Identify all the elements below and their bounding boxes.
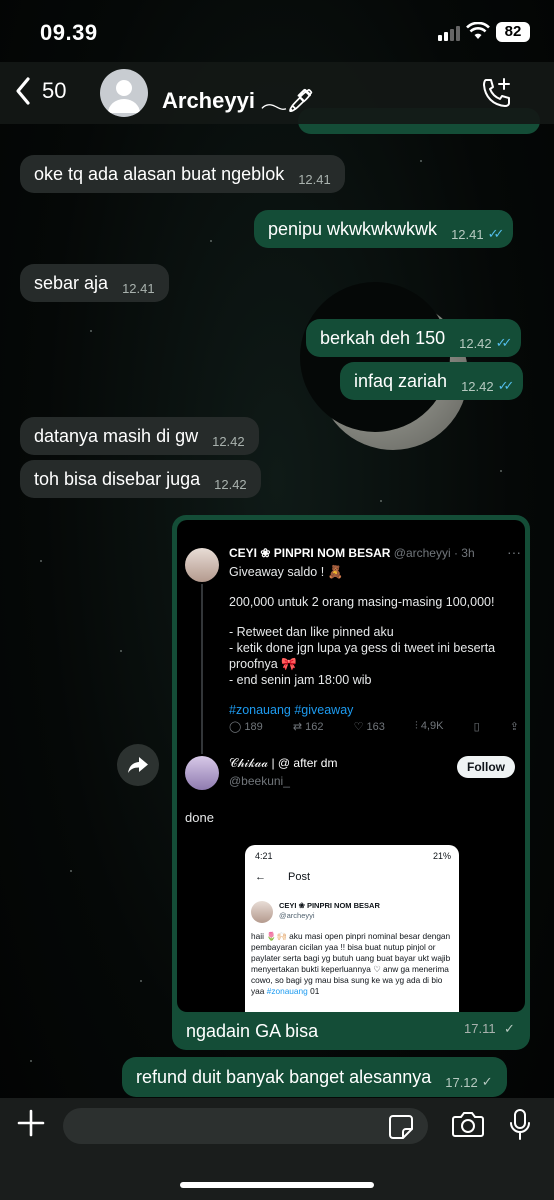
message-outgoing[interactable]: infaq zariah 12.42 ✓✓ [340, 362, 524, 400]
message-time: 12.42 [212, 433, 245, 449]
phone-page-title: Post [288, 871, 311, 883]
like-count: ♡ 163 [353, 721, 385, 733]
tweet-author: CEYI ❀ PINPRI NOM BESAR @archeyyi · 3h [229, 546, 475, 560]
reply-author-handle: @beekuni_ [229, 774, 290, 788]
image-message[interactable]: CEYI ❀ PINPRI NOM BESAR @archeyyi · 3h ·… [172, 515, 530, 1050]
add-call-icon[interactable] [480, 76, 514, 110]
phone-post-avatar [251, 901, 273, 923]
tweet-actions: ◯ 189 ⇄ 162 ♡ 163 ⫶ 4,9K ▯ ⇪ [229, 720, 519, 733]
message-incoming[interactable]: oke tq ada alasan buat ngeblok 12.41 [20, 155, 345, 193]
battery-indicator: 82 [496, 22, 530, 42]
phone-post-handle: @archeyyi [279, 911, 315, 920]
camera-icon[interactable] [452, 1110, 484, 1138]
tweet-screenshot[interactable]: CEYI ❀ PINPRI NOM BESAR @archeyyi · 3h ·… [177, 520, 525, 1012]
retweet-count: ⇄ 162 [292, 721, 324, 733]
reply-count: ◯ 189 [229, 721, 263, 733]
message-incoming[interactable]: toh bisa disebar juga 12.42 [20, 460, 261, 498]
heart-icon: ♡ [353, 721, 364, 733]
chevron-left-icon [16, 77, 30, 105]
status-time: 09.39 [40, 20, 98, 45]
message-text: infaq zariah [354, 370, 448, 391]
message-time: 12.41 [298, 171, 331, 187]
message-time: 12.41 [122, 280, 155, 296]
tweet-author-name: CEYI ❀ PINPRI NOM BESAR [229, 546, 391, 560]
chat-header: 50 Archeyyi 𓂃🖊 [0, 62, 554, 124]
reply-author-avatar [185, 756, 219, 790]
back-arrow-icon: ← [255, 871, 266, 883]
message-text: sebar aja [34, 272, 109, 293]
tweet-line: - ketik done jgn lupa ya gess di tweet i… [229, 641, 496, 671]
more-icon: ··· [507, 544, 521, 560]
read-receipt-icon: ✓✓ [487, 226, 505, 241]
bookmark-icon: ▯ [473, 721, 480, 733]
phone-post-tag: #zonauang [266, 986, 308, 996]
forward-arrow-icon [128, 757, 148, 773]
message-text: datanya masih di gw [34, 425, 199, 446]
unread-count: 50 [42, 78, 67, 103]
tweet-author-avatar [185, 548, 219, 582]
sent-receipt-icon: ✓ [481, 1074, 493, 1089]
share-icon: ⇪ [509, 721, 519, 733]
message-text: toh bisa disebar juga [34, 468, 201, 489]
embedded-phone-screenshot: 4:21 21% ← Post CEYI ❀ PINPRI NOM BESAR … [245, 845, 459, 1012]
message-time: 12.41 [451, 226, 484, 242]
microphone-icon[interactable] [508, 1108, 532, 1142]
tweet-line: - Retweet dan like pinned aku [229, 625, 394, 639]
sticker-icon[interactable] [388, 1114, 414, 1140]
read-receipt-icon: ✓✓ [497, 378, 515, 393]
message-text: berkah deh 150 [320, 327, 446, 348]
view-count: ⫶ 4,9K [415, 720, 444, 732]
phone-post-text: haii 🌷🙌🏻 aku masi open pinpri nominal be… [251, 931, 451, 996]
contact-avatar[interactable] [100, 69, 148, 117]
back-button[interactable]: 50 [14, 76, 66, 106]
message-outgoing[interactable]: berkah deh 150 12.42 ✓✓ [306, 319, 522, 357]
phone-post-author: CEYI ❀ PINPRI NOM BESAR [279, 901, 380, 910]
message-time: 12.42 [459, 335, 492, 351]
message-outgoing[interactable]: refund duit banyak banget alesannya 17.1… [122, 1057, 507, 1097]
phone-time: 4:21 [255, 851, 273, 861]
reply-text: done [185, 810, 214, 825]
retweet-icon: ⇄ [292, 721, 303, 733]
home-indicator [180, 1182, 374, 1188]
contact-name[interactable]: Archeyyi 𓂃🖊 [162, 80, 315, 116]
tweet-hashtags: #zonauang #giveaway [229, 703, 354, 717]
reply-icon: ◯ [229, 721, 242, 733]
message-text: oke tq ada alasan buat ngeblok [34, 163, 285, 184]
message-time: 12.42 [461, 378, 494, 394]
message-text: refund duit banyak banget alesannya [136, 1066, 432, 1087]
message-text: penipu wkwkwkwkwk [268, 218, 438, 239]
forward-button[interactable] [117, 744, 159, 786]
tweet-line: Giveaway saldo ! 🧸 [229, 565, 344, 579]
follow-button: Follow [457, 756, 515, 778]
tweet-author-handle: @archeyyi · 3h [393, 546, 475, 560]
image-caption: ngadain GA bisa [186, 1021, 319, 1041]
phone-battery: 21% [432, 851, 451, 861]
message-input[interactable] [63, 1108, 428, 1144]
sent-receipt-icon: ✓ [504, 1021, 515, 1036]
message-incoming[interactable]: sebar aja 12.41 [20, 264, 169, 302]
wifi-icon [466, 22, 490, 39]
plus-icon[interactable] [16, 1108, 46, 1138]
status-bar: 09.39 82 [0, 0, 554, 62]
chart-icon: ⫶ [415, 720, 418, 732]
message-time: 17.12 [445, 1074, 478, 1090]
tweet-line: 200,000 untuk 2 orang masing-masing 100,… [229, 595, 495, 609]
reply-author-name: 𝒞𝒽𝒾𝓀𝒶𝒶 | @ after dm [229, 756, 338, 770]
read-receipt-icon: ✓✓ [495, 335, 513, 350]
tweet-line: - end senin jam 18:00 wib [229, 673, 372, 687]
signal-icon [438, 26, 460, 41]
person-icon [108, 80, 140, 113]
message-time: 17.11 [464, 1021, 496, 1036]
message-incoming[interactable]: datanya masih di gw 12.42 [20, 417, 259, 455]
message-outgoing[interactable]: penipu wkwkwkwkwk 12.41 ✓✓ [254, 210, 514, 248]
message-time: 12.42 [214, 476, 247, 492]
